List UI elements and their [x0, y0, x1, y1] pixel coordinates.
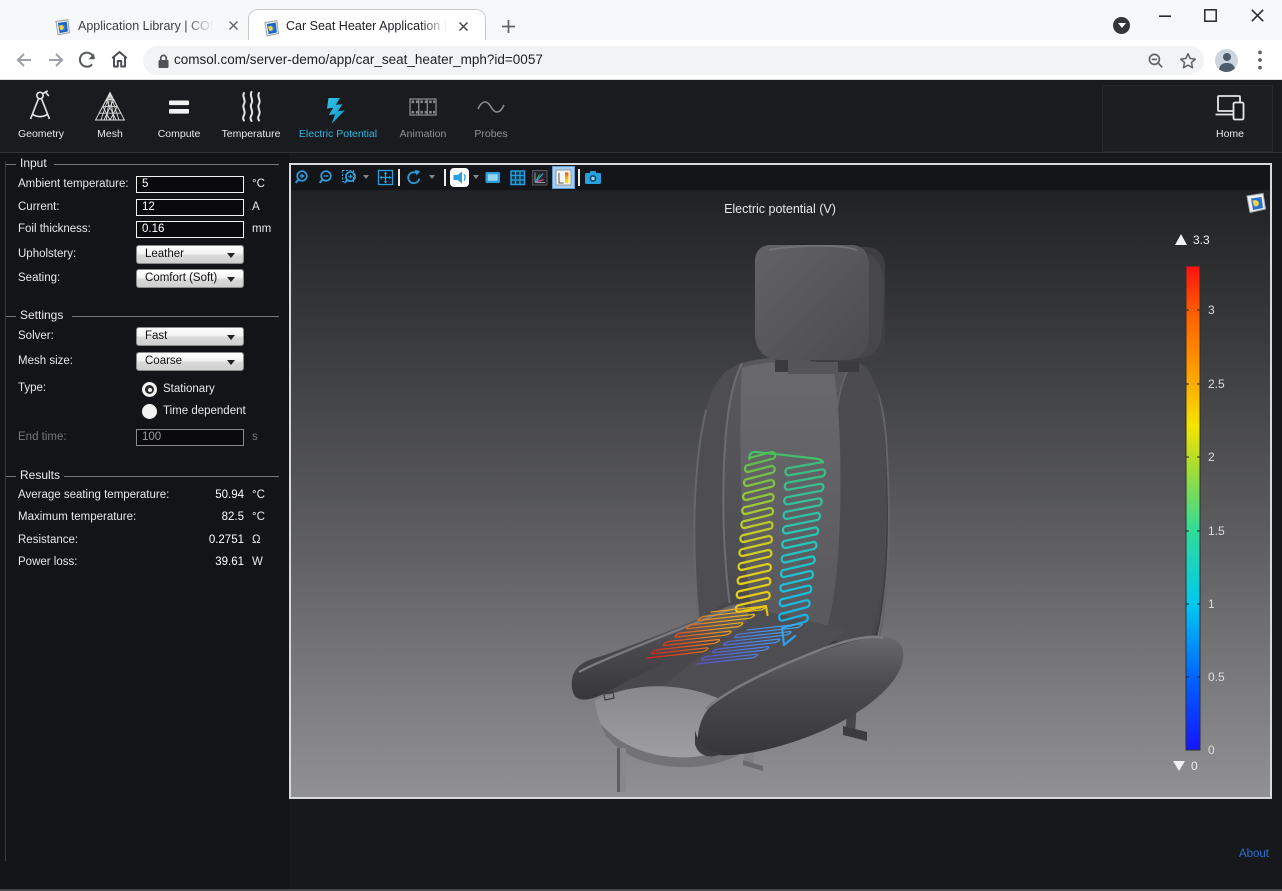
- svg-text:0: 0: [1208, 743, 1215, 757]
- svg-text:2: 2: [1208, 450, 1215, 464]
- svg-text:0: 0: [1191, 759, 1198, 773]
- svg-text:3.3: 3.3: [1193, 233, 1210, 247]
- svg-text:0.5: 0.5: [1208, 670, 1225, 684]
- svg-text:1: 1: [1208, 597, 1215, 611]
- svg-text:1.5: 1.5: [1208, 524, 1225, 538]
- svg-text:Electric potential (V): Electric potential (V): [724, 202, 836, 216]
- svg-text:2.5: 2.5: [1208, 377, 1225, 391]
- svg-text:3: 3: [1208, 303, 1215, 317]
